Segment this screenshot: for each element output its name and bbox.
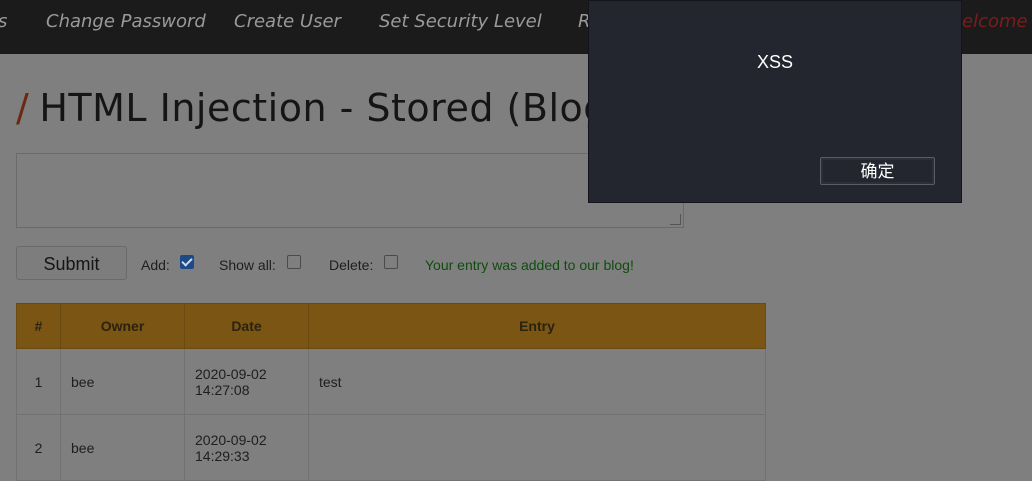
delete-checkbox[interactable] [384, 255, 398, 269]
alert-dialog: XSS 确定 [588, 0, 962, 203]
nav-item-change-password[interactable]: Change Password [46, 11, 206, 32]
row-date-day: 2020-09-02 [195, 365, 267, 382]
column-header-owner: Owner [60, 303, 185, 349]
row-num: 2 [16, 414, 61, 481]
blog-table: # Owner Date Entry 1 bee 2020-09-02 14:27… [16, 303, 766, 481]
table-header-row: # Owner Date Entry [16, 303, 766, 349]
alert-message: XSS [756, 52, 794, 72]
row-entry [308, 414, 766, 481]
add-label: Add: [141, 257, 170, 273]
row-entry: test [308, 348, 766, 415]
column-header-num: # [16, 303, 61, 349]
show-all-label: Show all: [219, 257, 276, 273]
delete-label: Delete: [329, 257, 374, 273]
nav-item-truncated[interactable]: s [0, 11, 7, 32]
page-title-text: HTML Injection - Stored (Blog) [39, 86, 624, 130]
row-date-time: 14:27:08 [195, 381, 250, 398]
page-title: / HTML Injection - Stored (Blog) [16, 86, 623, 130]
row-owner: bee [60, 348, 185, 415]
status-message: Your entry was added to our blog! [425, 257, 634, 273]
column-header-entry: Entry [308, 303, 766, 349]
resize-handle-icon[interactable] [670, 214, 681, 225]
row-date-time: 14:29:33 [195, 447, 250, 464]
blog-entry-textarea[interactable] [16, 153, 684, 228]
add-checkbox[interactable] [180, 255, 194, 269]
row-num: 1 [16, 348, 61, 415]
column-header-date: Date [184, 303, 309, 349]
title-marker: / [16, 86, 30, 130]
nav-item-create-user[interactable]: Create User [234, 11, 341, 32]
row-date-day: 2020-09-02 [195, 431, 267, 448]
ok-button[interactable]: 确定 [820, 157, 935, 185]
nav-item-set-security-level[interactable]: Set Security Level [379, 11, 542, 32]
welcome-text: elcome B [962, 11, 1032, 32]
table-row: 2 bee 2020-09-02 14:29:33 [16, 414, 766, 481]
row-owner: bee [60, 414, 185, 481]
show-all-checkbox[interactable] [287, 255, 301, 269]
table-row: 1 bee 2020-09-02 14:27:08 test [16, 348, 766, 415]
row-date: 2020-09-02 14:27:08 [184, 348, 309, 415]
row-date: 2020-09-02 14:29:33 [184, 414, 309, 481]
submit-button[interactable]: Submit [16, 246, 127, 280]
